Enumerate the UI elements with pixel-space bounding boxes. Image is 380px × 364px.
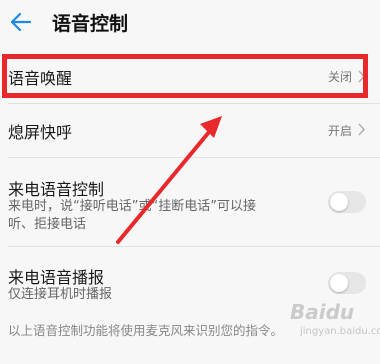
top-bar: 语音控制 [0, 0, 380, 44]
incoming-call-control-label: 来电语音控制 [8, 180, 105, 199]
incoming-call-control-description-line2: 听、拒接电话 [8, 217, 87, 232]
incoming-call-announce-toggle[interactable] [328, 272, 366, 294]
screen-off-quick-row[interactable]: 熄屏快呼 开启 [0, 104, 380, 154]
incoming-call-announce-description: 仅连接耳机时播报 [8, 287, 113, 302]
highlight-annotation-box [2, 54, 368, 98]
toggle-knob [330, 274, 348, 292]
screen-off-quick-value: 开启 [327, 124, 352, 138]
incoming-call-control-row: 来电语音控制 来电时，说“接听电话”或“挂断电话”可以接 听、拒接电话 [0, 158, 380, 246]
incoming-call-control-toggle[interactable] [328, 191, 366, 213]
watermark-logo: Baidu [290, 300, 355, 324]
incoming-call-announce-label: 来电语音播报 [8, 268, 105, 287]
incoming-call-control-description-line1: 来电时，说“接听电话”或“挂断电话”可以接 [8, 199, 256, 214]
incoming-call-announce-row: 来电语音播报 仅连接耳机时播报 [0, 247, 380, 307]
toggle-knob [330, 193, 348, 211]
chevron-right-icon [358, 123, 366, 136]
page-title: 语音控制 [52, 12, 129, 35]
watermark-url: jingyan.baidu.com [300, 326, 380, 337]
back-arrow-icon[interactable] [10, 11, 32, 33]
footer-note: 以上语音控制功能将使用麦克风来识别您的指令。 [8, 323, 284, 338]
screen-off-quick-label: 熄屏快呼 [8, 123, 73, 142]
